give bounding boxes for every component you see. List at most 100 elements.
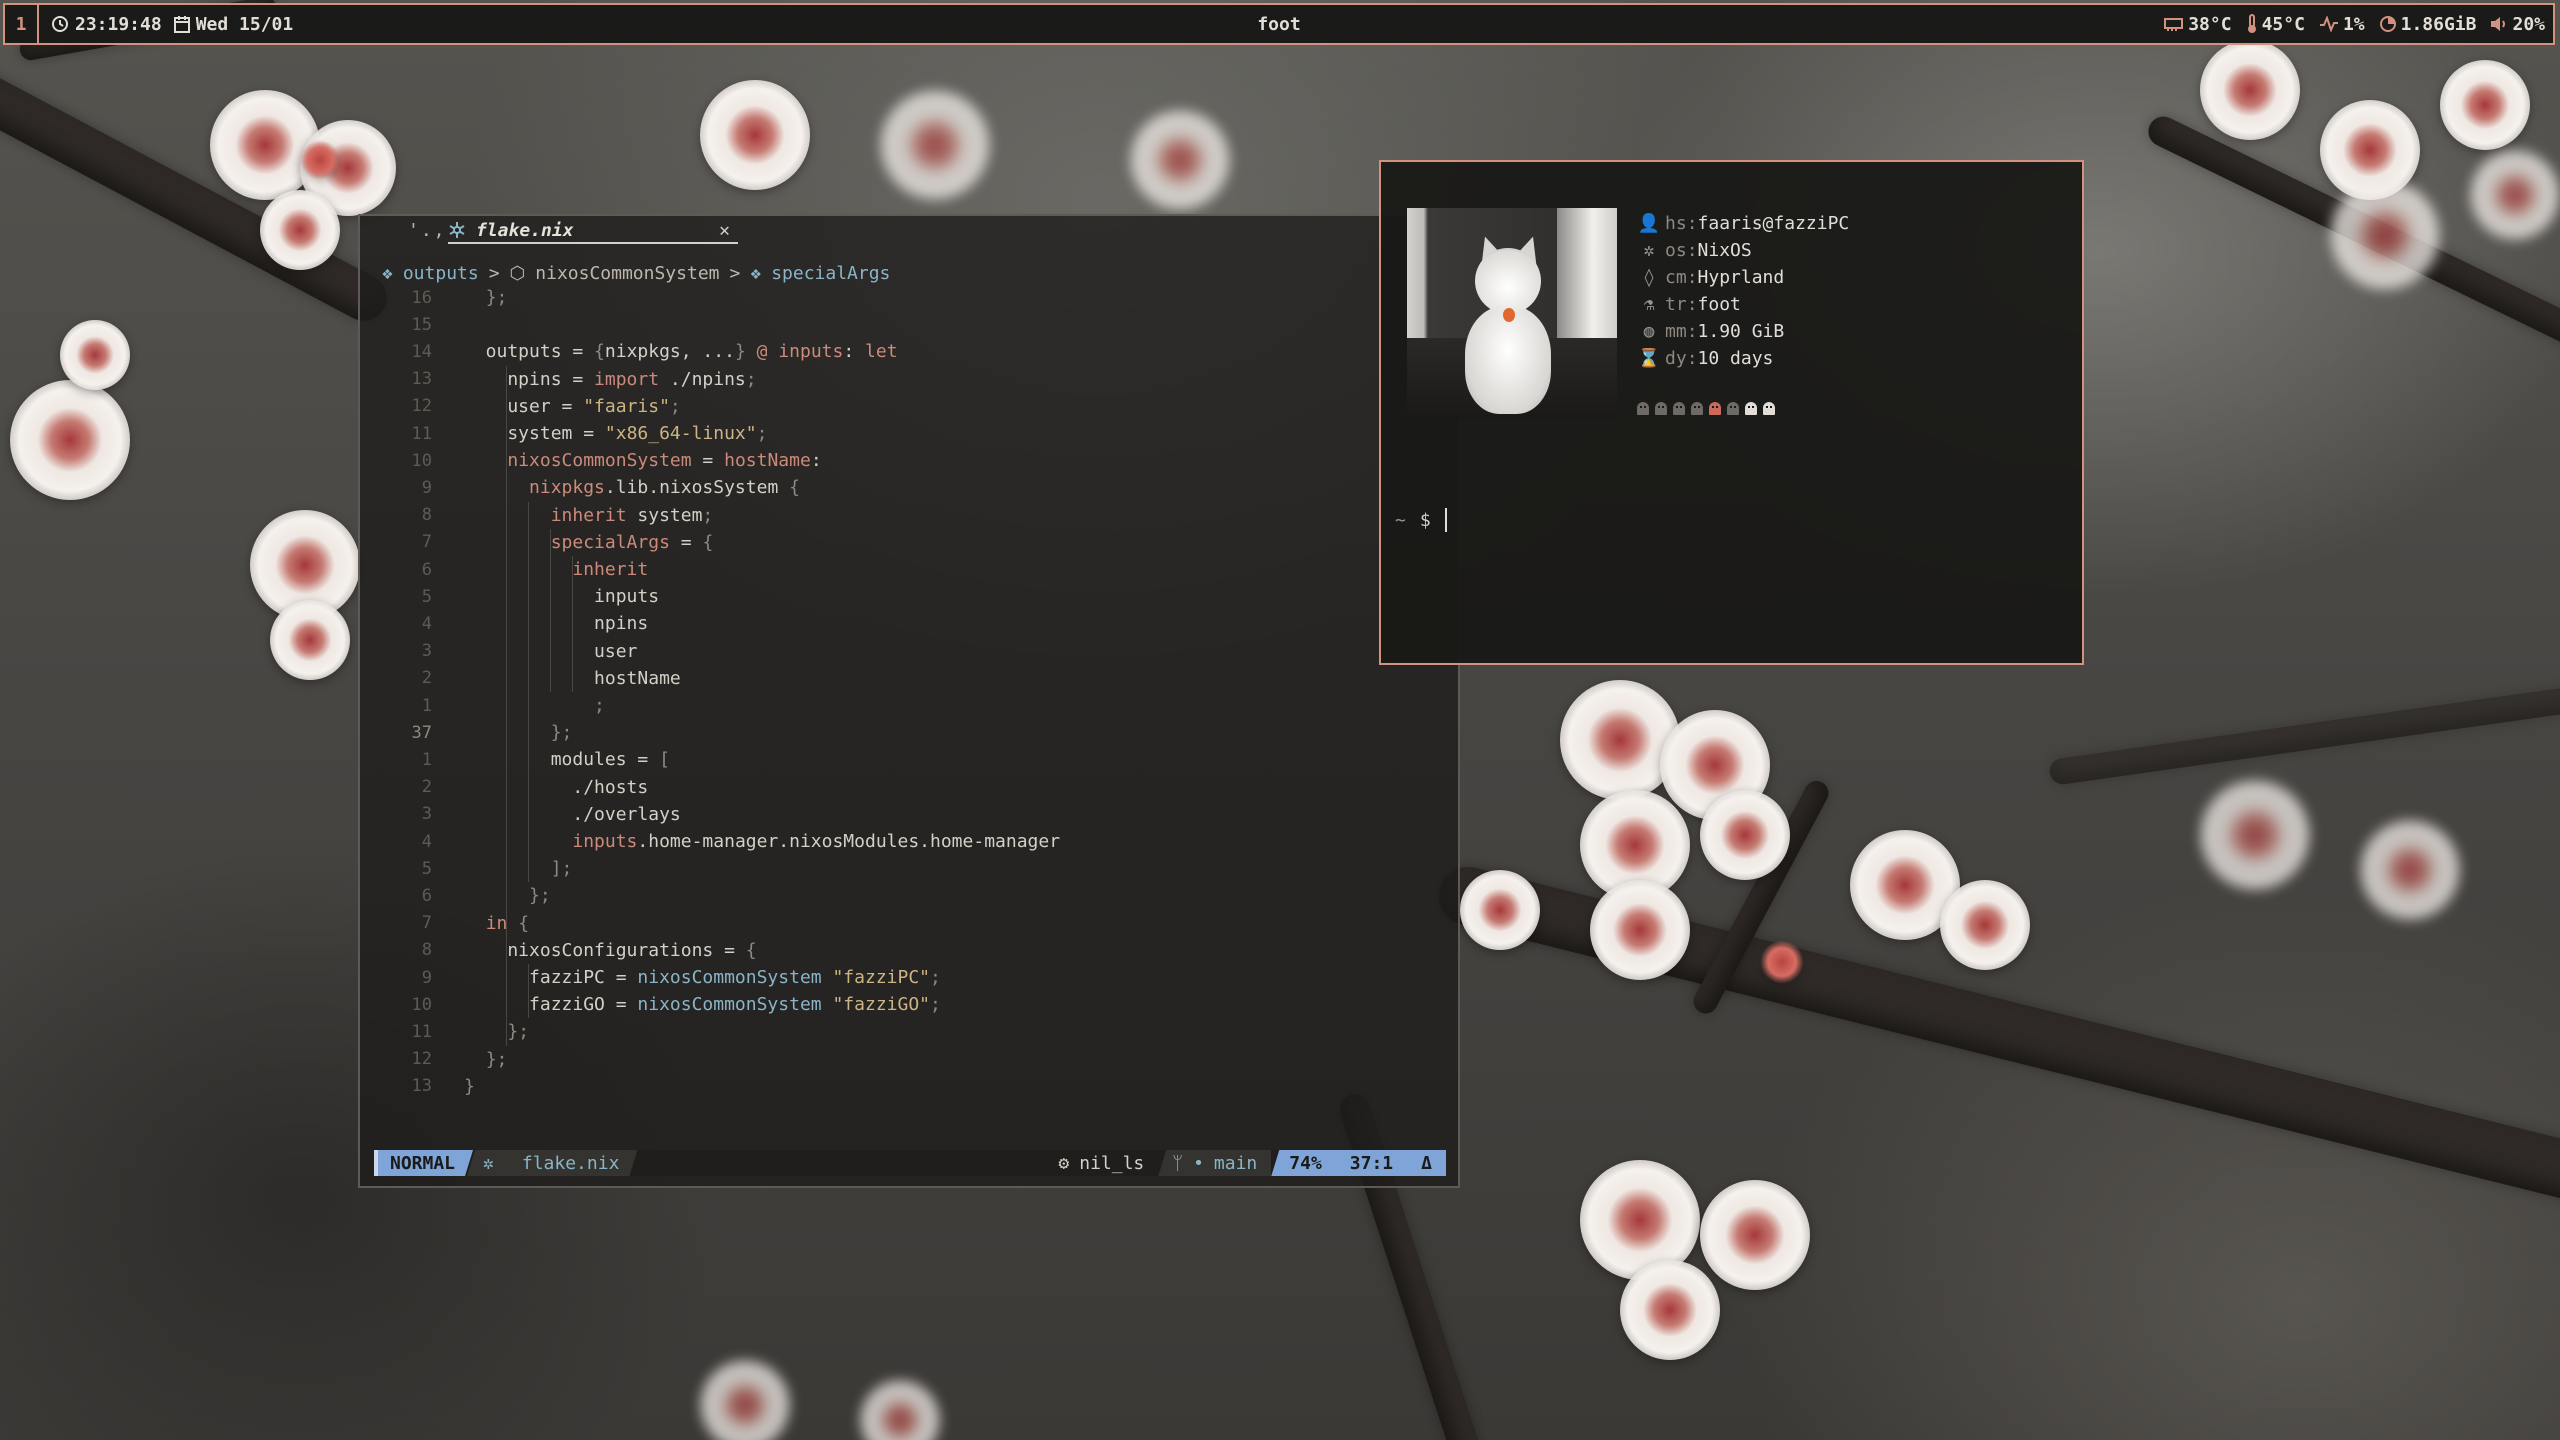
code-line[interactable]: 7 specialArgs = {	[360, 529, 1458, 556]
line-number: 7	[421, 532, 432, 553]
code-line[interactable]: 2 ./hosts	[360, 774, 1458, 801]
fetch-value: Hyprland	[1697, 267, 1785, 288]
line-number: 3	[421, 804, 432, 825]
calendar-icon	[173, 15, 190, 33]
code-text: outputs = {nixpkgs, ...} @ inputs: let	[464, 341, 898, 363]
indent-guide	[506, 936, 507, 1046]
gpu-temp: 38°C	[2188, 13, 2232, 35]
cpu-temp-widget[interactable]: 45°C	[2246, 14, 2305, 35]
memory-widget[interactable]: 1.86GiB	[2379, 14, 2476, 35]
tab-inactive[interactable]: '.,	[408, 220, 447, 241]
nixos-icon: ✲	[1643, 240, 1655, 261]
gpu-temp-widget[interactable]: 38°C	[2164, 13, 2232, 35]
fetch-value: faaris@fazziPC	[1697, 213, 1850, 234]
ghost-color-block	[1637, 402, 1649, 415]
code-line[interactable]: 5 ];	[360, 855, 1458, 882]
code-line[interactable]: 8 nixosConfigurations = {	[360, 937, 1458, 964]
code-line[interactable]: 10 fazziGO = nixosCommonSystem "fazziGO"…	[360, 991, 1458, 1018]
code-line[interactable]: 16 };	[360, 284, 1458, 311]
code-line[interactable]: 2 hostName	[360, 665, 1458, 692]
tab-flake-nix[interactable]: flake.nix ✕	[448, 218, 738, 244]
fetch-colon: :	[1686, 213, 1698, 234]
fetch-colon: :	[1686, 348, 1698, 369]
line-number: 8	[421, 940, 432, 961]
line-number: 5	[421, 858, 432, 879]
code-line[interactable]: 1 modules = [	[360, 746, 1458, 773]
line-number: 2	[421, 777, 432, 798]
breadcrumb-item[interactable]: nixosCommonSystem	[535, 263, 719, 284]
code-line[interactable]: 15	[360, 311, 1458, 338]
code-line[interactable]: 6 inherit	[360, 556, 1458, 583]
line-number: 14	[411, 341, 432, 362]
breadcrumb-item[interactable]: specialArgs	[771, 263, 890, 284]
clock-widget[interactable]: 23:19:48	[51, 14, 162, 35]
code-line[interactable]: 13}	[360, 1073, 1458, 1100]
statusline: NORMAL ✲ flake.nix ⚙ nil_ls ᛘ • main 74%…	[374, 1150, 1446, 1176]
ghost-color-block	[1763, 402, 1775, 415]
indent-guide	[550, 528, 551, 692]
cat-photo	[1407, 208, 1617, 418]
line-number: 5	[421, 586, 432, 607]
object-icon: ⬡	[509, 262, 526, 284]
fetch-value: 10 days	[1697, 348, 1774, 369]
fetch-row: ◍ mm: 1.90 GiB	[1637, 318, 1849, 345]
dot-separator: •	[1193, 1152, 1204, 1174]
fetch-row: 👤 hs: faaris@fazziPC	[1637, 210, 1849, 237]
breadcrumb-separator: >	[488, 262, 500, 284]
neovim-window[interactable]: '., flake.nix ✕ ❖ outputs > ⬡ nixosCommo…	[358, 214, 1460, 1188]
end-marker: Δ	[1421, 1152, 1432, 1174]
close-tab-icon[interactable]: ✕	[719, 220, 730, 241]
code-text: };	[507, 1021, 530, 1043]
code-line[interactable]: 4 inputs.home-manager.nixosModules.home-…	[360, 828, 1458, 855]
shell-prompt[interactable]: ~ $	[1395, 508, 1447, 532]
code-line[interactable]: 4 npins	[360, 610, 1458, 637]
fetch-colon: :	[1686, 267, 1698, 288]
module-icon: ❖	[750, 262, 762, 284]
code-text: ];	[550, 858, 573, 880]
code-line[interactable]: 9 nixpkgs.lib.nixosSystem {	[360, 474, 1458, 501]
indent-guide	[528, 501, 529, 883]
code-line[interactable]: 13 npins = import ./npins;	[360, 366, 1458, 393]
code-text: specialArgs = {	[550, 531, 714, 553]
fetch-colon: :	[1686, 321, 1698, 342]
code-line[interactable]: 7 in {	[360, 910, 1458, 937]
code-line[interactable]: 12 };	[360, 1046, 1458, 1073]
line-number: 3	[421, 641, 432, 662]
user-icon: 👤	[1637, 213, 1661, 234]
code-line[interactable]: 5 inputs	[360, 583, 1458, 610]
line-number: 11	[411, 1021, 432, 1042]
date-widget[interactable]: Wed 15/01	[173, 13, 294, 35]
line-number: 1	[421, 749, 432, 770]
foot-terminal-window[interactable]: 👤 hs: faaris@fazziPC ✲ os: NixOS ◊ cm: Hyprla…	[1379, 160, 2084, 665]
code-text: };	[485, 1048, 508, 1070]
breadcrumb-item[interactable]: outputs	[403, 263, 479, 284]
workspace-indicator[interactable]: 1	[5, 5, 39, 43]
code-line[interactable]: 37 };	[360, 719, 1458, 746]
tab-filename: flake.nix	[476, 219, 574, 241]
code-line[interactable]: 14 outputs = {nixpkgs, ...} @ inputs: le…	[360, 338, 1458, 365]
code-line[interactable]: 3 user	[360, 638, 1458, 665]
code-line[interactable]: 9 fazziPC = nixosCommonSystem "fazziPC";	[360, 964, 1458, 991]
ghost-color-block	[1655, 402, 1667, 415]
volume-widget[interactable]: 20%	[2490, 14, 2545, 35]
code-line[interactable]: 8 inherit system;	[360, 502, 1458, 529]
code-line[interactable]: 6 };	[360, 882, 1458, 909]
code-line[interactable]: 1 ;	[360, 692, 1458, 719]
memory-icon	[2379, 15, 2397, 33]
code-line[interactable]: 12 user = "faaris";	[360, 393, 1458, 420]
droplet-icon: ◊	[1643, 267, 1655, 288]
code-line[interactable]: 10 nixosCommonSystem = hostName:	[360, 447, 1458, 474]
code-text: };	[529, 885, 551, 907]
date-text: Wed 15/01	[195, 13, 294, 35]
ghost-color-block	[1673, 402, 1685, 415]
line-number: 4	[421, 831, 432, 852]
code-text: inherit	[572, 559, 649, 580]
cursor-position: 74% 37:1 Δ	[1271, 1150, 1446, 1176]
lsp-status: ⚙ nil_ls	[1044, 1153, 1158, 1174]
code-line[interactable]: 3 ./overlays	[360, 801, 1458, 828]
code-line[interactable]: 11 };	[360, 1018, 1458, 1045]
cpu-usage-widget[interactable]: 1%	[2319, 14, 2365, 35]
code-line[interactable]: 11 system = "x86_64-linux";	[360, 420, 1458, 447]
line-number: 7	[421, 913, 432, 934]
ghost-color-block	[1709, 402, 1721, 415]
